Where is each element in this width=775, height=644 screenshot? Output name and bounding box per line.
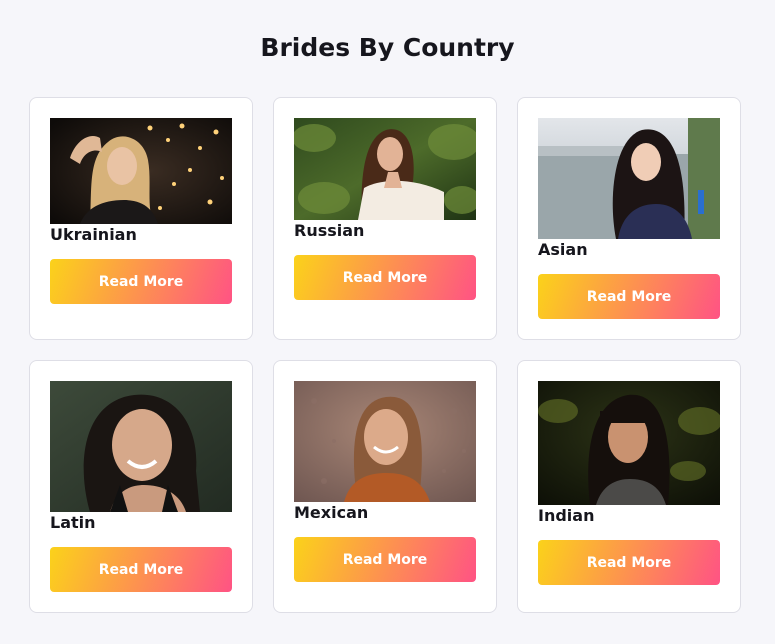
read-more-button[interactable]: Read More bbox=[50, 259, 232, 304]
country-card-ukrainian: Ukrainian Read More bbox=[29, 97, 253, 340]
read-more-button[interactable]: Read More bbox=[50, 547, 232, 592]
section-title: Brides By Country bbox=[260, 33, 515, 62]
ukrainian-bride-photo[interactable] bbox=[50, 118, 232, 224]
russian-bride-photo[interactable] bbox=[294, 118, 476, 220]
country-card-latin: Latin Read More bbox=[29, 360, 253, 613]
country-name: Latin bbox=[50, 513, 96, 532]
country-card-asian: Asian Read More bbox=[517, 97, 741, 340]
asian-bride-photo[interactable] bbox=[538, 118, 720, 239]
read-more-button[interactable]: Read More bbox=[538, 274, 720, 319]
read-more-button[interactable]: Read More bbox=[294, 537, 476, 582]
country-card-russian: Russian Read More bbox=[273, 97, 497, 340]
country-name: Russian bbox=[294, 221, 365, 240]
read-more-button[interactable]: Read More bbox=[538, 540, 720, 585]
brides-by-country-section: Brides By Country Ukrainian Read More Ru… bbox=[0, 0, 775, 644]
country-name: Mexican bbox=[294, 503, 369, 522]
mexican-bride-photo[interactable] bbox=[294, 381, 476, 502]
latin-bride-photo[interactable] bbox=[50, 381, 232, 512]
indian-bride-photo[interactable] bbox=[538, 381, 720, 505]
country-card-indian: Indian Read More bbox=[517, 360, 741, 613]
country-name: Ukrainian bbox=[50, 225, 137, 244]
country-card-mexican: Mexican Read More bbox=[273, 360, 497, 613]
country-name: Asian bbox=[538, 240, 588, 259]
read-more-button[interactable]: Read More bbox=[294, 255, 476, 300]
country-name: Indian bbox=[538, 506, 595, 525]
